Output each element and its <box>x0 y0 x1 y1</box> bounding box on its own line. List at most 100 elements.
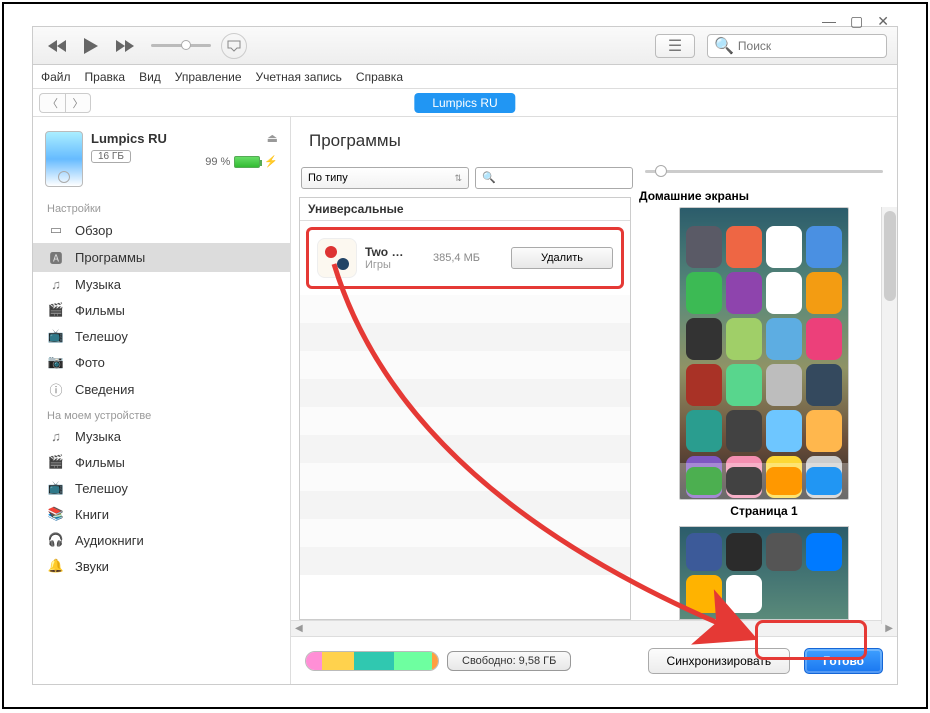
sidebar-item-Сведения[interactable]: ⓘСведения <box>33 375 290 404</box>
section-device-label: На моем устройстве <box>33 404 290 424</box>
sidebar-item-Телешоу[interactable]: 📺Телешоу <box>33 323 290 349</box>
home-screen-preview[interactable] <box>679 207 849 500</box>
horizontal-scrollbar[interactable]: ◀▶ <box>291 620 897 636</box>
app-tile[interactable] <box>806 318 842 360</box>
app-tile[interactable] <box>806 364 842 406</box>
sidebar-icon: 🔔 <box>47 558 65 574</box>
app-tile[interactable] <box>806 467 842 495</box>
minimize-button[interactable]: ― <box>822 13 836 30</box>
list-row-empty <box>300 463 630 491</box>
sidebar-item-Книги[interactable]: 📚Книги <box>33 501 290 527</box>
sidebar-item-Программы[interactable]: 🅰Программы <box>33 243 290 272</box>
sidebar-item-label: Звуки <box>75 559 109 574</box>
sidebar-item-label: Обзор <box>75 223 113 238</box>
app-tile[interactable] <box>686 575 722 613</box>
app-tile[interactable] <box>766 226 802 268</box>
nav-back-button[interactable]: 〈 <box>39 93 65 113</box>
app-search-input[interactable] <box>475 167 633 189</box>
app-tile[interactable] <box>726 533 762 571</box>
filter-mode-select[interactable]: По типу⇅ <box>301 167 469 189</box>
sidebar-item-Фото[interactable]: 📷Фото <box>33 349 290 375</box>
list-row-empty <box>300 407 630 435</box>
menu-help[interactable]: Справка <box>356 70 403 84</box>
app-tile[interactable] <box>766 364 802 406</box>
app-tile[interactable] <box>726 226 762 268</box>
device-name-pill[interactable]: Lumpics RU <box>414 93 515 113</box>
app-tile[interactable] <box>806 272 842 314</box>
app-tile[interactable] <box>766 410 802 452</box>
search-input[interactable] <box>738 39 880 53</box>
sidebar-item-label: Телешоу <box>75 481 128 496</box>
zoom-slider[interactable] <box>639 161 889 183</box>
menu-file[interactable]: Файл <box>41 70 71 84</box>
sidebar-item-Аудиокниги[interactable]: 🎧Аудиокниги <box>33 527 290 553</box>
app-tile[interactable] <box>686 533 722 571</box>
view-options-button[interactable]: ☰ <box>655 34 695 58</box>
app-tile[interactable] <box>686 318 722 360</box>
app-tile[interactable] <box>766 575 802 613</box>
app-tile[interactable] <box>766 533 802 571</box>
page-2-preview[interactable] <box>679 526 849 620</box>
sync-button[interactable]: Синхронизировать <box>648 648 791 674</box>
close-button[interactable]: ✕ <box>877 13 889 30</box>
app-tile[interactable] <box>766 318 802 360</box>
app-tile[interactable] <box>726 467 762 495</box>
app-tile[interactable] <box>686 272 722 314</box>
menu-view[interactable]: Вид <box>139 70 161 84</box>
maximize-button[interactable]: ▢ <box>850 13 863 30</box>
menu-account[interactable]: Учетная запись <box>256 70 342 84</box>
app-tile[interactable] <box>806 575 842 613</box>
volume-slider[interactable] <box>151 44 211 47</box>
list-row-empty <box>300 435 630 463</box>
sidebar-item-Музыка[interactable]: ♫Музыка <box>33 272 290 297</box>
app-tile[interactable] <box>726 410 762 452</box>
toolbar: ☰ 🔍 <box>33 27 897 65</box>
app-tile[interactable] <box>766 272 802 314</box>
section-settings-label: Настройки <box>33 197 290 217</box>
sidebar-item-Звуки[interactable]: 🔔 Звуки <box>33 553 290 579</box>
app-tile[interactable] <box>726 318 762 360</box>
vertical-scrollbar[interactable] <box>881 207 897 624</box>
sidebar-icon: 📺 <box>47 480 65 496</box>
app-tile[interactable] <box>726 575 762 613</box>
app-tile[interactable] <box>686 410 722 452</box>
next-track-button[interactable] <box>111 35 139 57</box>
sidebar-item-label: Музыка <box>75 277 121 292</box>
sidebar-item-Обзор[interactable]: ▭Обзор <box>33 217 290 243</box>
app-tile[interactable] <box>686 467 722 495</box>
delete-app-button[interactable]: Удалить <box>511 247 613 269</box>
play-button[interactable] <box>77 35 105 57</box>
app-tile[interactable] <box>686 364 722 406</box>
sidebar-item-Музыка[interactable]: ♫Музыка <box>33 424 290 449</box>
sidebar-item-Фильмы[interactable]: 🎬Фильмы <box>33 449 290 475</box>
app-tile[interactable] <box>766 467 802 495</box>
done-button[interactable]: Готово <box>804 648 883 674</box>
app-row[interactable]: Two … Игры 385,4 МБ Удалить <box>306 227 624 289</box>
app-tile[interactable] <box>806 533 842 571</box>
eject-button[interactable]: ⏏ <box>267 131 278 145</box>
sidebar-item-Фильмы[interactable]: 🎬Фильмы <box>33 297 290 323</box>
sidebar-icon: 📚 <box>47 506 65 522</box>
list-row-empty <box>300 323 630 351</box>
app-tile[interactable] <box>726 364 762 406</box>
app-tile[interactable] <box>806 226 842 268</box>
app-tile[interactable] <box>686 226 722 268</box>
nav-forward-button[interactable]: 〉 <box>65 93 91 113</box>
airplay-button[interactable] <box>221 33 247 59</box>
list-row-empty <box>300 295 630 323</box>
list-row-empty <box>300 379 630 407</box>
menu-controls[interactable]: Управление <box>175 70 242 84</box>
sidebar-item-label: Фото <box>75 355 105 370</box>
app-tile[interactable] <box>806 410 842 452</box>
home-screens-title: Домашние экраны <box>639 183 889 207</box>
sidebar-item-Телешоу[interactable]: 📺 Телешоу <box>33 475 290 501</box>
app-tile[interactable] <box>726 272 762 314</box>
menu-edit[interactable]: Правка <box>85 70 126 84</box>
list-row-empty <box>300 547 630 575</box>
menubar: Файл Правка Вид Управление Учетная запис… <box>33 65 897 89</box>
search-field[interactable]: 🔍 <box>707 34 887 58</box>
device-thumbnail-icon[interactable] <box>45 131 83 187</box>
prev-track-button[interactable] <box>43 35 71 57</box>
sidebar-item-label: Фильмы <box>75 303 125 318</box>
footer-bar: Свободно: 9,58 ГБ Синхронизировать Готов… <box>291 636 897 684</box>
